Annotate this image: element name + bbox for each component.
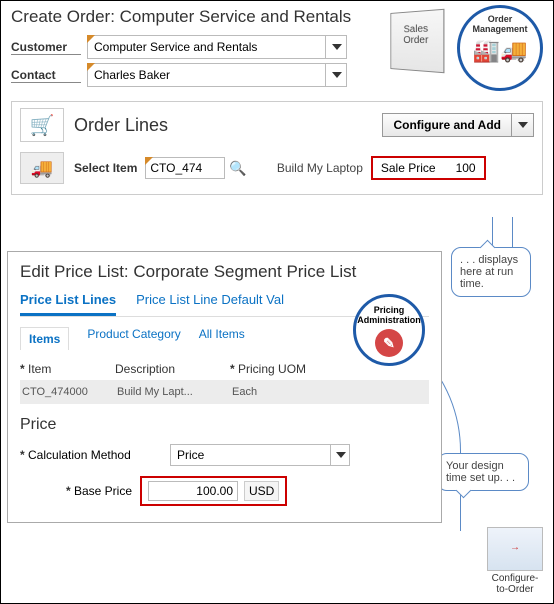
build-my-laptop-label: Build My Laptop	[277, 161, 363, 175]
cto-icon	[487, 527, 543, 571]
price-list-title: Edit Price List: Corporate Segment Price…	[20, 262, 429, 282]
configure-and-add-button[interactable]: Configure and Add	[382, 113, 512, 137]
col-item: Item	[20, 362, 115, 376]
pricing-admin-icon: ✎	[375, 329, 403, 357]
customer-label: Customer	[11, 40, 81, 55]
order-lines-title: Order Lines	[74, 115, 168, 136]
runtime-callout: . . . displays here at run time.	[451, 247, 531, 297]
annotation-line	[492, 217, 493, 247]
col-description: Description	[115, 362, 230, 376]
configure-to-order-badge: Configure- to-Order	[487, 527, 543, 595]
calc-method-select[interactable]	[170, 444, 350, 466]
order-management-icon: 🏭🚚	[460, 38, 540, 64]
contact-dropdown-button[interactable]	[325, 63, 347, 87]
chevron-down-icon	[336, 452, 346, 458]
subtab-product-category[interactable]: Product Category	[87, 327, 180, 350]
designtime-callout: Your design time set up. . .	[437, 453, 529, 491]
cell-uom: Each	[232, 386, 342, 398]
contact-input[interactable]	[87, 63, 347, 87]
chevron-down-icon	[332, 44, 342, 50]
dirty-indicator-icon	[87, 35, 95, 43]
base-price-label: Base Price	[20, 484, 140, 498]
select-item-label: Select Item	[74, 161, 137, 175]
table-row[interactable]: CTO_474000 Build My Lapt... Each	[20, 380, 429, 404]
subtab-all-items[interactable]: All Items	[199, 327, 245, 350]
order-lines-panel: 🛒 Order Lines Configure and Add 🚚 Select…	[11, 101, 543, 195]
calc-method-label: Calculation Method	[20, 448, 170, 462]
cart-icon: 🛒	[20, 108, 64, 142]
sales-order-badge: Sales Order	[390, 9, 444, 74]
dirty-indicator-icon	[87, 63, 95, 71]
sale-price-label: Sale Price	[381, 161, 436, 175]
search-icon[interactable]: 🔍	[229, 160, 246, 177]
pricing-admin-badge: Pricing Administration ✎	[353, 294, 425, 366]
dirty-indicator-icon	[145, 157, 153, 165]
subtab-items[interactable]: Items	[20, 327, 69, 350]
customer-input[interactable]	[87, 35, 347, 59]
contact-label: Contact	[11, 68, 81, 83]
item-input[interactable]	[145, 157, 225, 179]
customer-dropdown-button[interactable]	[325, 35, 347, 59]
order-management-badge: Order Management 🏭🚚	[457, 5, 543, 91]
price-heading: Price	[20, 416, 429, 434]
calc-method-dropdown-button[interactable]	[330, 444, 350, 466]
base-price-input[interactable]	[148, 481, 238, 501]
grid-header: Item Description Pricing UOM	[20, 362, 429, 380]
sale-price-value: 100	[456, 161, 476, 175]
configure-and-add-dropdown[interactable]	[512, 113, 534, 137]
sale-price-box: Sale Price 100	[371, 156, 486, 180]
truck-icon: 🚚	[20, 152, 64, 184]
cell-description: Build My Lapt...	[117, 386, 232, 398]
annotation-line	[512, 217, 513, 247]
base-price-box: USD	[140, 476, 287, 506]
chevron-down-icon	[332, 72, 342, 78]
tab-price-list-lines[interactable]: Price List Lines	[20, 292, 116, 316]
tab-price-list-default[interactable]: Price List Line Default Val	[136, 292, 284, 316]
col-pricing-uom: Pricing UOM	[230, 362, 340, 376]
chevron-down-icon	[518, 122, 528, 128]
cell-item: CTO_474000	[22, 386, 117, 398]
edit-price-list-panel: Edit Price List: Corporate Segment Price…	[7, 251, 442, 523]
currency-label: USD	[244, 481, 279, 501]
